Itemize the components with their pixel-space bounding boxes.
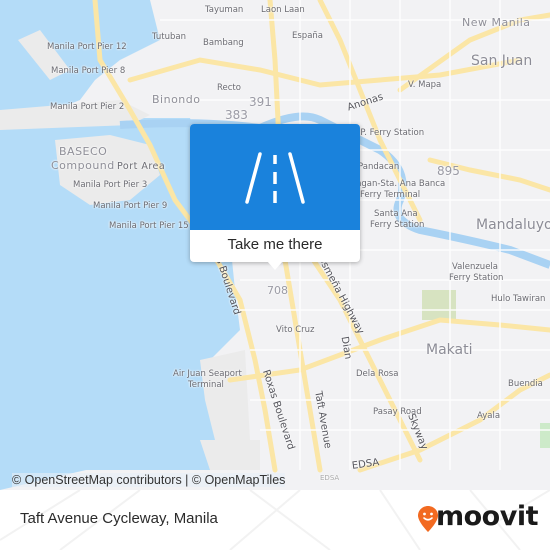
place-label: Santa Ana	[374, 209, 418, 219]
place-label: Ferry Terminal	[360, 190, 421, 200]
popup-header	[190, 124, 360, 230]
moovit-pin-icon	[418, 506, 438, 532]
place-label: Manila Port Pier 9	[93, 201, 168, 211]
place-label: Hulo Tawiran	[491, 294, 546, 304]
place-label: Manila Port Pier 8	[51, 66, 126, 76]
map-attribution: © OpenStreetMap contributors | © OpenMap…	[0, 469, 550, 490]
place-label: Makati	[426, 342, 473, 358]
place-label: Tutuban	[152, 32, 186, 42]
place-label: Ayala	[477, 411, 501, 421]
place-label: V. Mapa	[408, 80, 442, 90]
place-label: Tayuman	[205, 5, 244, 15]
place-label: Manila Port Pier 3	[73, 180, 148, 190]
place-label: BASECO	[59, 145, 108, 158]
place-label: Vito Cruz	[276, 325, 315, 335]
place-label: Bambang	[203, 38, 244, 48]
place-label: Laon Laan	[261, 5, 305, 15]
place-label: Binondo	[152, 93, 201, 106]
place-label: New Manila	[462, 16, 531, 29]
place-label: Recto	[217, 83, 241, 93]
location-title: Taft Avenue Cycleway, Manila	[20, 510, 218, 527]
popup-pointer	[267, 261, 283, 270]
place-label: Port Area	[117, 161, 166, 172]
place-label: Terminal	[188, 380, 224, 390]
place-label: Air Juan Seaport	[173, 369, 242, 379]
place-label: San Juan	[471, 53, 533, 69]
road-number: 708	[267, 284, 288, 297]
place-label: Ferry Station	[370, 220, 425, 230]
place-label: Dela Rosa	[356, 369, 399, 379]
road-icon	[245, 152, 305, 204]
place-label: España	[292, 31, 323, 41]
place-label: Mandaluyong	[476, 217, 550, 233]
take-me-there-button[interactable]: Take me there	[190, 230, 360, 262]
map[interactable]: Tayuman Laon Laan España New Manila San …	[0, 0, 550, 490]
place-label: Buendia	[508, 379, 543, 389]
place-label: Manila Port Pier 12	[47, 42, 127, 52]
road-number: 391	[249, 95, 272, 109]
place-label: Manila Port Pier 2	[50, 102, 125, 112]
place-label: Pandacan	[358, 162, 400, 172]
location-popup: Take me there	[190, 124, 360, 270]
attribution-text[interactable]: © OpenStreetMap contributors | © OpenMap…	[12, 473, 286, 487]
road-number: 383	[225, 108, 248, 122]
moovit-wordmark: moovit	[436, 501, 539, 532]
place-label: Ferry Station	[449, 273, 504, 283]
road-number: 895	[437, 164, 460, 178]
place-label: Compound	[51, 159, 115, 172]
place-label: Manila Port Pier 15	[109, 221, 189, 231]
place-label: Valenzuela	[452, 262, 498, 272]
